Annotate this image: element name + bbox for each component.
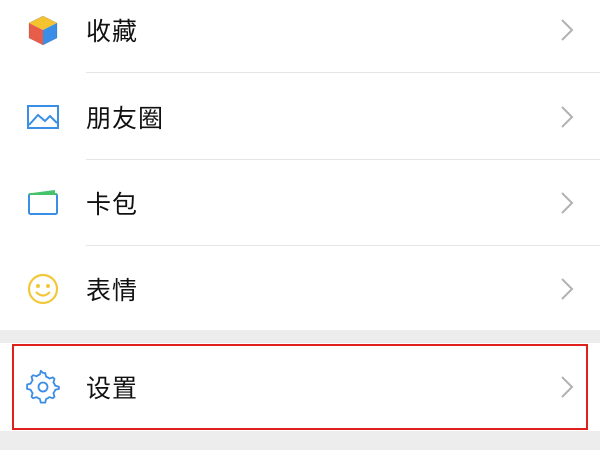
menu-item-label: 收藏 bbox=[86, 17, 139, 46]
menu-group-main: 收藏 朋友圈 卡包 表情 bbox=[0, 0, 600, 330]
gear-icon bbox=[25, 369, 61, 405]
menu-item-moments[interactable]: 朋友圈 bbox=[0, 74, 600, 160]
sticker-smiley-icon bbox=[25, 271, 61, 307]
menu-item-favorites[interactable]: 收藏 bbox=[0, 0, 600, 73]
menu-item-label: 表情 bbox=[86, 276, 139, 305]
menu-item-card-wallet[interactable]: 卡包 bbox=[0, 160, 600, 246]
chevron-right-icon bbox=[560, 18, 574, 42]
favorites-cube-icon bbox=[25, 12, 61, 48]
moments-picture-icon bbox=[25, 99, 61, 135]
menu-item-label: 卡包 bbox=[86, 190, 139, 219]
chevron-right-icon bbox=[560, 277, 574, 301]
card-wallet-icon bbox=[25, 185, 61, 221]
menu-item-label: 设置 bbox=[86, 374, 139, 403]
menu-group-settings: 设置 bbox=[0, 343, 600, 431]
chevron-right-icon bbox=[560, 105, 574, 129]
chevron-right-icon bbox=[560, 375, 574, 399]
menu-item-settings[interactable]: 设置 bbox=[0, 344, 600, 430]
chevron-right-icon bbox=[560, 191, 574, 215]
menu-item-label: 朋友圈 bbox=[86, 104, 165, 133]
menu-item-stickers[interactable]: 表情 bbox=[0, 246, 600, 332]
row-divider bbox=[86, 72, 600, 73]
